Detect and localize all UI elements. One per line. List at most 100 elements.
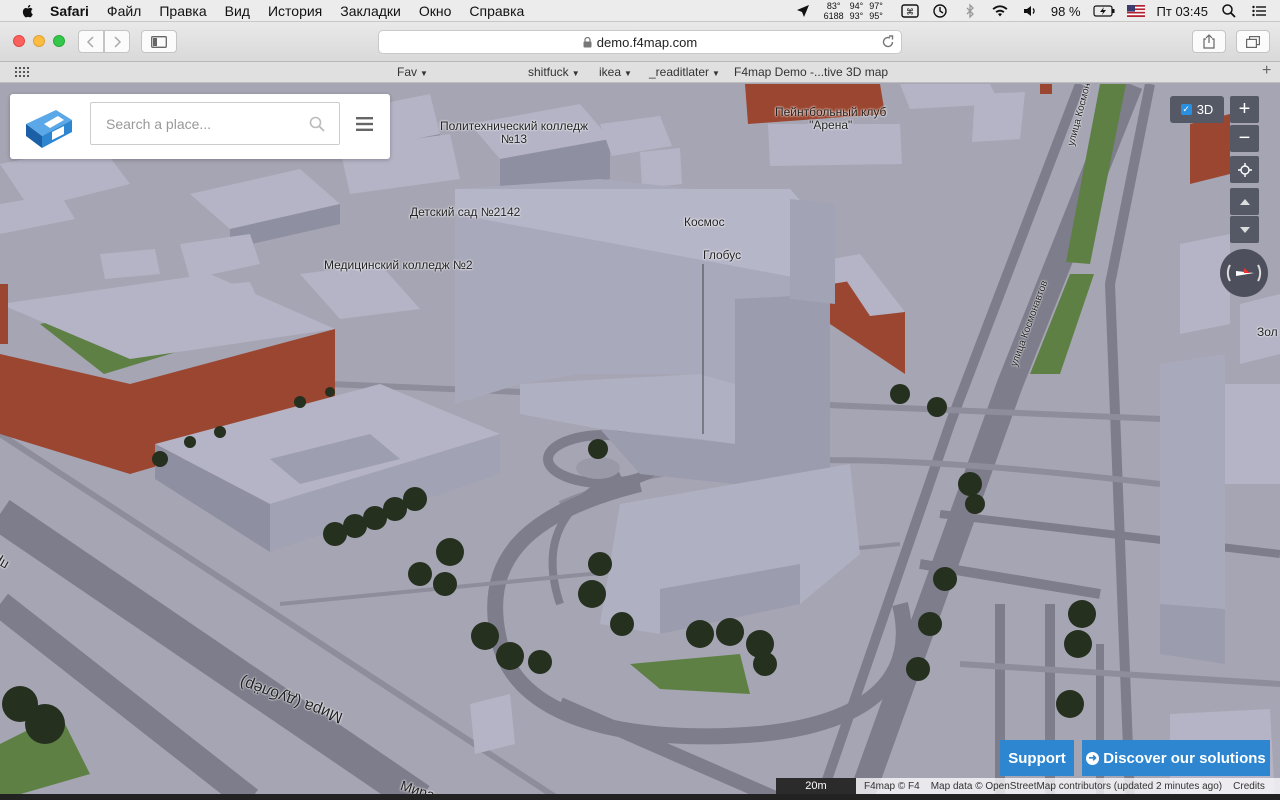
triangle-up-icon bbox=[1239, 198, 1250, 205]
poi-label[interactable]: Медицинский колледж №2 bbox=[324, 259, 473, 272]
browser-toolbar: demo.f4map.com bbox=[0, 22, 1280, 62]
menu-view[interactable]: Вид bbox=[225, 3, 250, 19]
temp-1b: 6188 bbox=[823, 11, 844, 21]
back-button[interactable] bbox=[78, 30, 104, 53]
share-button[interactable] bbox=[1192, 30, 1226, 53]
credit-osm[interactable]: Map data © OpenStreetMap contributors (u… bbox=[931, 781, 1222, 792]
compass-icon bbox=[1226, 264, 1262, 282]
bookmark-folder-1[interactable]: shitfuck ▼ bbox=[528, 65, 580, 79]
spotlight-search-icon[interactable] bbox=[1220, 3, 1238, 19]
credit-f4[interactable]: F4map © F4 bbox=[864, 781, 920, 792]
discover-solutions-button[interactable]: ➜ Discover our solutions bbox=[1082, 740, 1270, 776]
menu-help[interactable]: Справка bbox=[469, 3, 524, 19]
close-window-button[interactable] bbox=[13, 35, 25, 47]
bookmark-fav[interactable]: Fav ▼ bbox=[397, 65, 428, 79]
poi-label[interactable]: Политехнический колледж №13 bbox=[440, 120, 588, 146]
chevron-down-icon: ▼ bbox=[712, 69, 720, 78]
poi-label-line: №13 bbox=[500, 132, 528, 146]
roundabout-island bbox=[576, 457, 620, 479]
search-field[interactable] bbox=[90, 102, 340, 145]
search-icon[interactable] bbox=[309, 116, 325, 132]
us-flag-icon[interactable] bbox=[1126, 5, 1145, 17]
menu-window[interactable]: Окно bbox=[419, 3, 452, 19]
menu-safari[interactable]: Safari bbox=[50, 3, 89, 19]
clock[interactable]: Пт 03:45 bbox=[1157, 4, 1208, 19]
menu-history[interactable]: История bbox=[268, 3, 322, 19]
grid-apps-icon[interactable] bbox=[15, 67, 31, 77]
address-bar[interactable]: demo.f4map.com bbox=[378, 30, 902, 54]
menu-file[interactable]: Файл bbox=[107, 3, 141, 19]
chevron-down-icon: ▼ bbox=[624, 69, 632, 78]
bluetooth-icon[interactable] bbox=[961, 3, 979, 19]
triangle-down-icon bbox=[1239, 226, 1250, 233]
chevron-down-icon: ▼ bbox=[420, 69, 428, 78]
forward-button[interactable] bbox=[104, 30, 130, 53]
keyboard-shortcut-icon[interactable]: ⌘ bbox=[901, 3, 919, 19]
poi-label[interactable]: Глобус bbox=[703, 249, 741, 262]
bookmark-ikea-label: ikea bbox=[599, 65, 622, 79]
map-3d-scene[interactable] bbox=[0, 84, 1280, 800]
battery-charging-icon[interactable] bbox=[1092, 3, 1115, 19]
compass-control[interactable] bbox=[1220, 249, 1268, 297]
checkbox-checked-icon[interactable]: ✓ bbox=[1180, 104, 1192, 115]
battery-percent[interactable]: 98 % bbox=[1051, 4, 1081, 19]
time-machine-icon[interactable] bbox=[931, 3, 949, 19]
scale-bar: 20m bbox=[776, 778, 856, 794]
temperature-readouts[interactable]: 83° 6188 94° 93° 97° 95° bbox=[824, 1, 889, 21]
poi-label[interactable]: Детский сад №2142 bbox=[410, 206, 520, 219]
sidebar-icon bbox=[151, 35, 167, 48]
svg-text:⌘: ⌘ bbox=[906, 8, 914, 17]
url-text: demo.f4map.com bbox=[596, 34, 698, 50]
temp-1a: 83° bbox=[826, 1, 841, 11]
arrow-right-circle-icon: ➜ bbox=[1086, 751, 1100, 765]
sidebar-toggle-button[interactable] bbox=[141, 30, 177, 53]
attribution-bar: 20m F4map © F4 Map data © OpenStreetMap … bbox=[776, 778, 1280, 794]
search-panel bbox=[10, 94, 390, 159]
apple-logo-icon[interactable] bbox=[20, 3, 36, 19]
toggle-3d[interactable]: ✓ 3D bbox=[1170, 96, 1224, 123]
toggle-3d-label: 3D bbox=[1196, 102, 1214, 117]
temp-2b: 93° bbox=[849, 11, 864, 21]
zoom-out-button[interactable]: − bbox=[1230, 125, 1259, 152]
map-canvas[interactable]: Политехнический колледж №13 Пейнтбольный… bbox=[0, 84, 1280, 800]
f4map-logo-icon[interactable] bbox=[20, 102, 76, 152]
credits-link[interactable]: Credits bbox=[1233, 781, 1265, 792]
poi-label[interactable]: Космос bbox=[684, 216, 725, 229]
crosshair-icon bbox=[1237, 162, 1252, 177]
favorites-bar: Fav ▼ shitfuck ▼ ikea ▼ _readitlater ▼ F4map… bbox=[0, 62, 1280, 83]
menu-edit[interactable]: Правка bbox=[159, 3, 206, 19]
support-button[interactable]: Support bbox=[1000, 740, 1074, 776]
temp-3b: 95° bbox=[869, 11, 883, 21]
search-input[interactable] bbox=[106, 103, 306, 144]
location-arrow-icon[interactable] bbox=[794, 3, 812, 19]
tilt-down-button[interactable] bbox=[1230, 216, 1259, 243]
tabs-icon bbox=[1246, 35, 1260, 48]
poi-label[interactable]: Зол bbox=[1257, 326, 1278, 339]
chevron-left-icon bbox=[86, 35, 94, 48]
minimize-window-button[interactable] bbox=[33, 35, 45, 47]
fullscreen-window-button[interactable] bbox=[53, 35, 65, 47]
bookmark-f4map[interactable]: F4map Demo -...tive 3D map bbox=[734, 65, 888, 79]
bookmark-readitlater[interactable]: _readitlater ▼ bbox=[649, 65, 720, 79]
chevron-down-icon: ▼ bbox=[571, 69, 580, 78]
lock-icon bbox=[583, 36, 592, 47]
volume-icon[interactable] bbox=[1021, 3, 1039, 19]
notification-center-icon[interactable] bbox=[1250, 3, 1268, 19]
zoom-in-button[interactable]: + bbox=[1230, 96, 1259, 123]
macos-menu-bar: Safari Файл Правка Вид История Закладки … bbox=[0, 0, 1280, 22]
locate-button[interactable] bbox=[1230, 156, 1259, 183]
chevron-right-icon bbox=[114, 35, 122, 48]
tabs-overview-button[interactable] bbox=[1236, 30, 1270, 53]
share-icon bbox=[1203, 34, 1215, 49]
reload-icon[interactable] bbox=[881, 35, 895, 49]
temp-2a: 94° bbox=[849, 1, 864, 11]
menu-bookmarks[interactable]: Закладки bbox=[340, 3, 401, 19]
wifi-icon[interactable] bbox=[991, 3, 1009, 19]
bookmark-fav-label: Fav bbox=[397, 65, 418, 79]
bookmark-ikea[interactable]: ikea ▼ bbox=[599, 65, 632, 79]
new-tab-button[interactable]: + bbox=[1262, 62, 1271, 80]
poi-label[interactable]: Пейнтбольный клуб "Арена" bbox=[775, 106, 886, 132]
bookmark-readitlater-label: _readitlater bbox=[649, 65, 710, 79]
hamburger-menu-icon[interactable] bbox=[356, 117, 373, 131]
tilt-up-button[interactable] bbox=[1230, 188, 1259, 215]
